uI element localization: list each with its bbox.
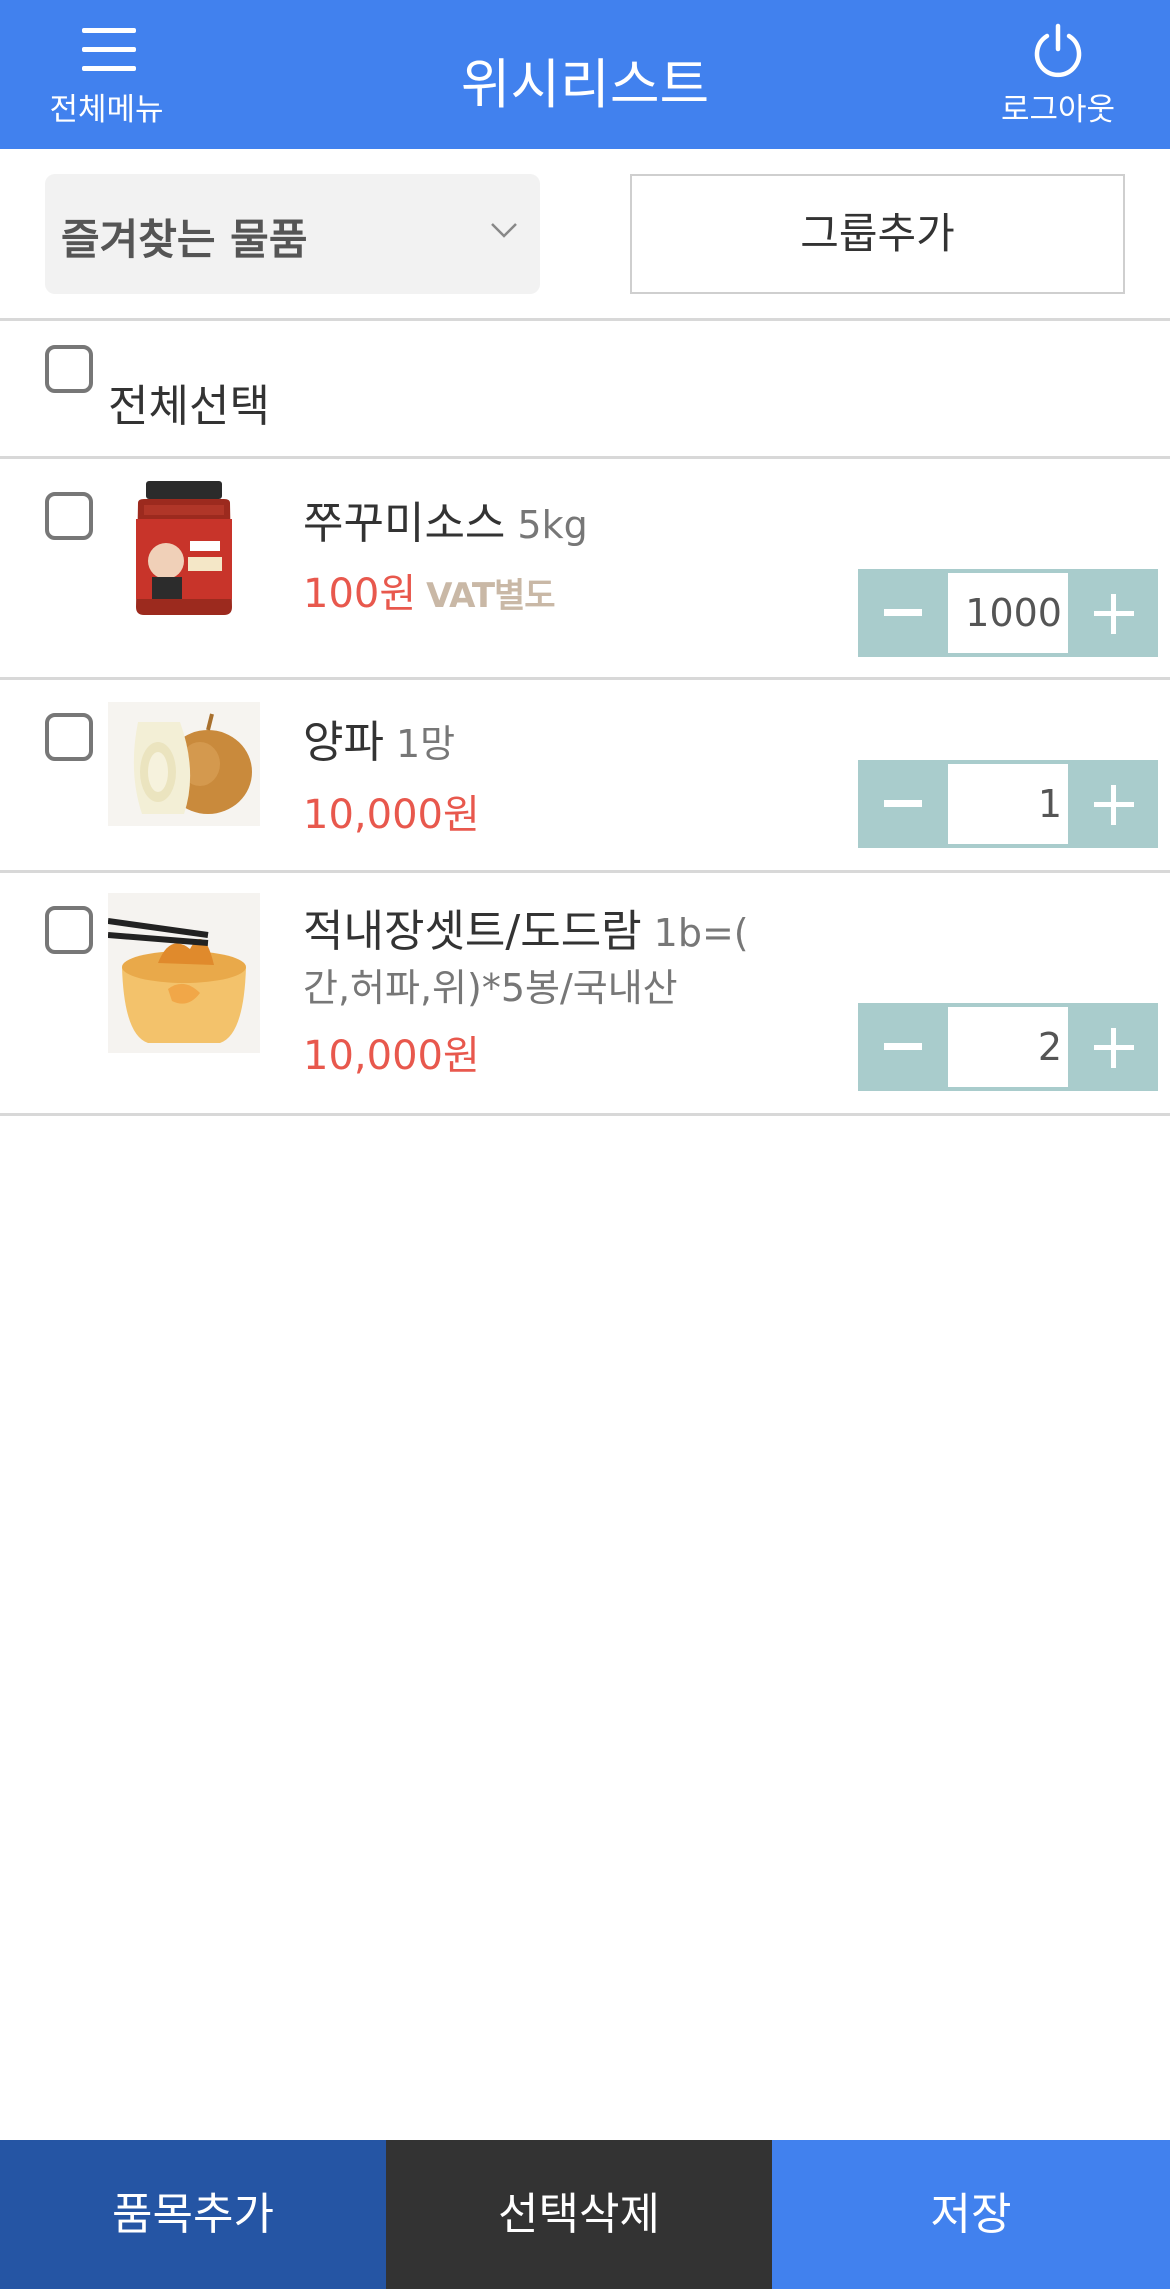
hamburger-icon (82, 28, 136, 72)
item-name: 쭈꾸미소스 (303, 498, 506, 549)
item-spec: 1망 (395, 722, 456, 766)
sauce-jar-image (108, 479, 260, 619)
quantity-input[interactable]: 1000 (948, 573, 1068, 653)
decrement-button[interactable] (858, 760, 948, 848)
increment-button[interactable] (1068, 1003, 1158, 1091)
add-item-button[interactable]: 품목추가 (0, 2140, 386, 2289)
page-title: 위시리스트 (460, 53, 710, 116)
item-price: 100원 (303, 571, 417, 617)
quantity-input[interactable]: 1 (948, 764, 1068, 844)
item-price: 10,000원 (303, 792, 480, 838)
list-item: 양파 1망 10,000원 1 (0, 680, 1170, 870)
item-name-line: 양파 1망 (303, 706, 455, 770)
select-all-label: 전체선택 (108, 381, 270, 432)
group-add-button[interactable]: 그룹추가 (630, 174, 1125, 294)
app-header: 전체메뉴 위시리스트 로그아웃 (0, 0, 1170, 149)
bottom-action-bar: 품목추가 선택삭제 저장 (0, 2140, 1170, 2289)
logout-label: 로그아웃 (1000, 92, 1116, 128)
menu-label: 전체메뉴 (49, 92, 164, 128)
tripe-set-image (108, 893, 260, 1053)
quantity-stepper: 2 (858, 1003, 1158, 1091)
quantity-input[interactable]: 2 (948, 1007, 1068, 1087)
decrement-button[interactable] (858, 1003, 948, 1091)
item-name-line: 쭈꾸미소스 5kg (303, 487, 588, 551)
list-item: 적내장셋트/도드람 1b=( 간,허파,위)*5봉/국내산 10,000원 2 (0, 873, 1170, 1113)
item-name: 양파 (303, 717, 384, 768)
item-spec: 5kg (517, 503, 588, 547)
save-button[interactable]: 저장 (772, 2140, 1170, 2289)
increment-button[interactable] (1068, 569, 1158, 657)
divider (0, 318, 1170, 321)
group-select[interactable]: 즐겨찾는 물품 (45, 174, 540, 294)
item-name: 적내장셋트/도드람 (303, 906, 642, 957)
menu-button[interactable]: 전체메뉴 (24, 0, 189, 149)
quantity-stepper: 1 (858, 760, 1158, 848)
item-spec-continued: 간,허파,위)*5봉/국내산 (303, 966, 678, 1010)
item-price-line: 100원 VAT별도 (303, 561, 556, 619)
item-checkbox[interactable] (45, 492, 93, 540)
vat-note: VAT별도 (426, 576, 555, 616)
increment-button[interactable] (1068, 760, 1158, 848)
item-name-line: 적내장셋트/도드람 1b=( (303, 895, 749, 959)
group-select-value: 즐겨찾는 물품 (61, 215, 308, 264)
power-icon (1034, 23, 1082, 78)
list-item: 쭈꾸미소스 5kg 100원 VAT별도 1000 (0, 459, 1170, 679)
select-all-checkbox[interactable] (45, 345, 93, 393)
divider (0, 1113, 1170, 1116)
item-checkbox[interactable] (45, 906, 93, 954)
quantity-stepper: 1000 (858, 569, 1158, 657)
decrement-button[interactable] (858, 569, 948, 657)
logout-button[interactable]: 로그아웃 (970, 0, 1146, 149)
item-spec: 1b=( (653, 911, 749, 955)
item-checkbox[interactable] (45, 713, 93, 761)
onion-image (108, 702, 260, 826)
chevron-down-icon (491, 223, 517, 238)
item-price: 10,000원 (303, 1033, 480, 1079)
delete-selected-button[interactable]: 선택삭제 (386, 2140, 772, 2289)
